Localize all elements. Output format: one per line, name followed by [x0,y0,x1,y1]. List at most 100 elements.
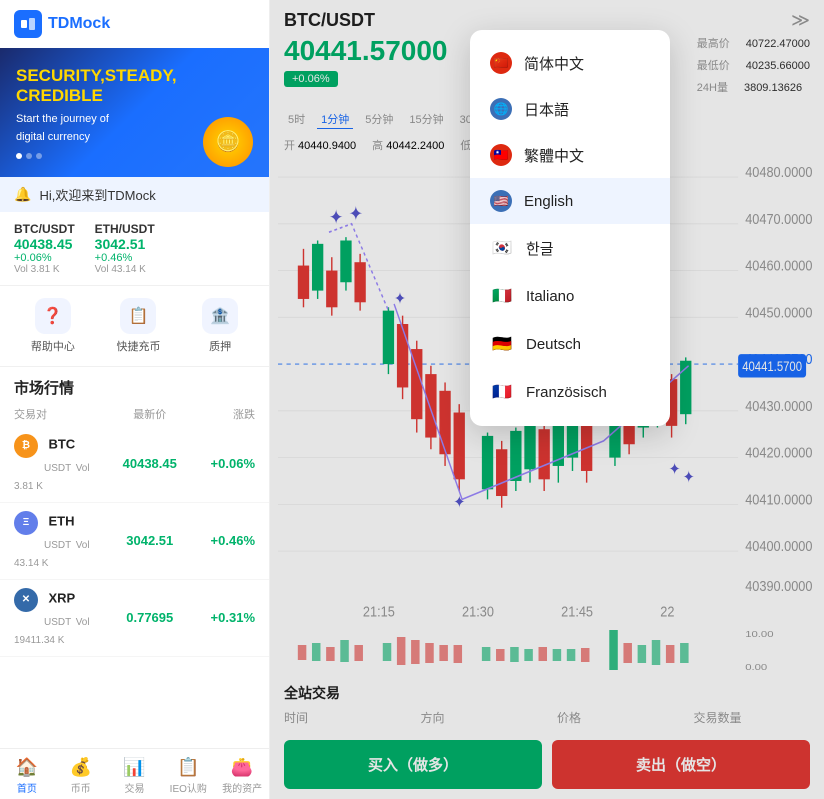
nav-assets[interactable]: 👛 我的资产 [215,757,269,795]
ticker-btc-price: 40438.45 [14,236,75,252]
ticker-row: BTC/USDT 40438.45 +0.06% Vol 3.81 K ETH/… [0,212,269,286]
market-header: 交易对 最新价 涨跌 [0,402,269,426]
en-flag-icon: 🇺🇸 [490,190,512,212]
lang-simplified-chinese[interactable]: 🇨🇳 简体中文 [470,40,670,86]
eth-price-val: 3042.51 [105,533,196,548]
logo: TDMock [14,10,110,38]
eth-base: USDT [44,540,71,551]
btc-change: +0.06% [195,456,255,471]
mr-xrp-left: ✕ XRP USDT Vol 19411.34 K [14,588,105,648]
lang-japanese[interactable]: 🌐 日本語 [470,86,670,132]
language-dropdown: 🇨🇳 简体中文 🌐 日本語 🇹🇼 繁體中文 🇺🇸 English 🇰🇷 한글 [470,30,670,426]
logo-text: TDMock [48,15,110,33]
lang-german-label: Deutsch [526,336,581,353]
banner: SECURITY,STEADY, CREDIBLE Start the jour… [0,48,269,177]
market-title: 市场行情 [0,367,269,402]
xrp-change: +0.31% [195,610,255,625]
pledge-icon: 🏦 [202,298,238,334]
mr-btc-left: ₿ BTC USDT Vol 3.81 K [14,434,105,494]
lang-german[interactable]: 🇩🇪 Deutsch [470,320,670,368]
ticker-btc-vol: Vol 3.81 K [14,264,75,275]
nav-coins[interactable]: 💰 币币 [54,757,108,795]
lang-korean[interactable]: 🇰🇷 한글 [470,224,670,272]
lang-traditional-chinese-label: 繁體中文 [524,145,584,166]
lang-korean-label: 한글 [526,238,554,259]
lang-italian-label: Italiano [526,288,574,305]
quick-actions: ❓ 帮助中心 📋 快捷充币 🏦 质押 [0,286,269,367]
qa-recharge-label: 快捷充币 [116,338,160,354]
fr-flag-icon: 🇫🇷 [490,380,514,404]
lang-french[interactable]: 🇫🇷 Französisch [470,368,670,416]
banner-coin-icon: 🪙 [203,117,253,167]
cn-flag-icon: 🇨🇳 [490,52,512,74]
market-col-price: 最新价 [105,406,196,422]
lang-japanese-label: 日本語 [524,99,569,120]
nav-home[interactable]: 🏠 首页 [0,757,54,795]
btc-base: USDT [44,463,71,474]
lang-english[interactable]: 🇺🇸 English [470,178,670,224]
xrp-base: USDT [44,617,71,628]
recharge-icon: 📋 [120,298,156,334]
dot-2 [26,153,32,159]
btc-icon: ₿ [14,434,38,458]
welcome-bar: 🔔 Hi,欢迎来到TDMock [0,177,269,212]
ticker-btc-pair: BTC/USDT [14,222,75,236]
qa-pledge[interactable]: 🏦 质押 [202,298,238,354]
logo-icon [14,10,42,38]
xrp-price-col: 0.77695 [105,610,196,625]
market-row-btc[interactable]: ₿ BTC USDT Vol 3.81 K 40438.45 +0.06% [0,426,269,503]
btc-price-col: 40438.45 [105,456,196,471]
bottom-nav: 🏠 首页 💰 币币 📊 交易 📋 IEO认购 👛 我的资产 [0,748,269,799]
lang-english-label: English [524,193,573,210]
app-header: TDMock [0,0,269,48]
xrp-icon: ✕ [14,588,38,612]
market-col-pair: 交易对 [14,406,105,422]
welcome-text: Hi,欢迎来到TDMock [39,185,155,204]
it-flag-icon: 🇮🇹 [490,284,514,308]
help-icon: ❓ [35,298,71,334]
btc-price-val: 40438.45 [105,456,196,471]
dot-3 [36,153,42,159]
eth-name: ETH [48,513,74,528]
ticker-btc[interactable]: BTC/USDT 40438.45 +0.06% Vol 3.81 K [14,222,75,275]
nav-trade-label: 交易 [124,780,144,795]
qa-help[interactable]: ❓ 帮助中心 [31,298,75,354]
mr-eth-left: Ξ ETH USDT Vol 43.14 K [14,511,105,571]
btc-name: BTC [48,436,75,451]
assets-icon: 👛 [231,757,253,778]
qa-recharge[interactable]: 📋 快捷充币 [116,298,160,354]
banner-line2: CREDIBLE [16,86,253,106]
ieo-icon: 📋 [177,757,199,778]
nav-coins-label: 币币 [71,780,91,795]
lang-simplified-chinese-label: 简体中文 [524,53,584,74]
ticker-eth[interactable]: ETH/USDT 3042.51 +0.46% Vol 43.14 K [95,222,155,275]
de-flag-icon: 🇩🇪 [490,332,514,356]
market-row-eth[interactable]: Ξ ETH USDT Vol 43.14 K 3042.51 +0.46% [0,503,269,580]
qa-help-label: 帮助中心 [31,338,75,354]
xrp-name: XRP [48,590,75,605]
ticker-btc-change: +0.06% [14,252,75,264]
lang-traditional-chinese[interactable]: 🇹🇼 繁體中文 [470,132,670,178]
kr-flag-icon: 🇰🇷 [490,236,514,260]
nav-trade[interactable]: 📊 交易 [108,757,162,795]
coins-icon: 💰 [69,757,91,778]
market-row-xrp[interactable]: ✕ XRP USDT Vol 19411.34 K 0.77695 +0.31% [0,580,269,657]
tw-flag-icon: 🇹🇼 [490,144,512,166]
nav-assets-label: 我的资产 [222,780,262,795]
ticker-eth-change: +0.46% [95,252,155,264]
xrp-price-val: 0.77695 [105,610,196,625]
ticker-eth-vol: Vol 43.14 K [95,264,155,275]
jp-flag-icon: 🌐 [490,98,512,120]
left-panel: TDMock SECURITY,STEADY, CREDIBLE Start t… [0,0,270,799]
nav-ieo[interactable]: 📋 IEO认购 [161,757,215,795]
ticker-eth-price: 3042.51 [95,236,155,252]
nav-home-label: 首页 [17,780,37,795]
home-icon: 🏠 [16,757,38,778]
eth-change: +0.46% [195,533,255,548]
language-overlay[interactable]: 🇨🇳 简体中文 🌐 日本語 🇹🇼 繁體中文 🇺🇸 English 🇰🇷 한글 [270,0,824,799]
bell-icon: 🔔 [14,186,31,203]
lang-french-label: Französisch [526,384,607,401]
market-col-change: 涨跌 [195,406,255,422]
eth-price-col: 3042.51 [105,533,196,548]
lang-italian[interactable]: 🇮🇹 Italiano [470,272,670,320]
